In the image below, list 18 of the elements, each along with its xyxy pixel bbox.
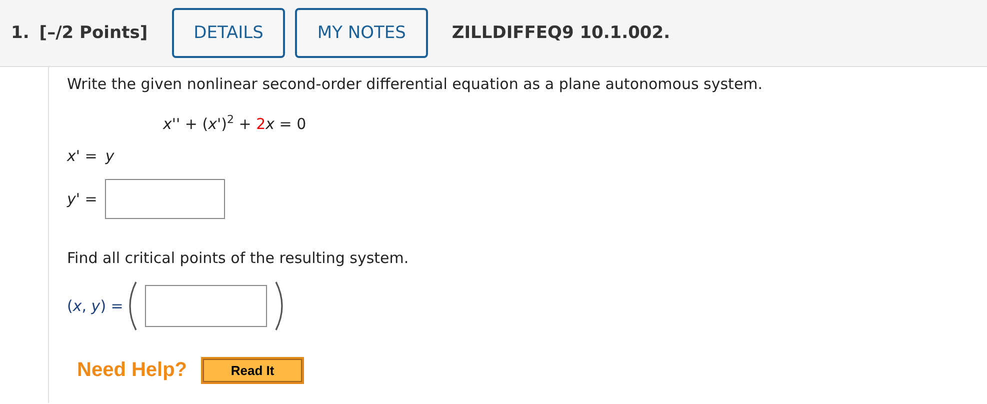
equation-label: x' = bbox=[67, 147, 98, 165]
help-label: Need Help? bbox=[77, 359, 188, 382]
answer-field[interactable] bbox=[145, 285, 268, 327]
question-number: 1. bbox=[11, 23, 30, 43]
question-prompt: Find all critical points of the resulting system. bbox=[67, 249, 410, 267]
question-id: ZILLDIFFEQ9 10.1.002. bbox=[452, 23, 670, 43]
equation-label: y' = bbox=[67, 190, 98, 208]
equation-label: (x, y) = bbox=[67, 297, 124, 315]
points-label: [–/2 Points] bbox=[39, 23, 148, 43]
equation: x'' + (x')$^{2}$ + 2x = 0 bbox=[163, 113, 308, 133]
header-button[interactable]: DETAILS bbox=[172, 8, 286, 58]
equation-value: y bbox=[105, 147, 114, 165]
header-button[interactable]: MY NOTES bbox=[295, 8, 428, 58]
read-it-button[interactable]: Read It bbox=[201, 357, 304, 384]
question-prompt: Write the given nonlinear second-order differential equation as a plane autonomous system. bbox=[67, 75, 764, 93]
right-parenthesis-icon bbox=[275, 281, 284, 331]
answer-field[interactable] bbox=[105, 179, 226, 219]
left-parenthesis-icon bbox=[129, 281, 138, 331]
